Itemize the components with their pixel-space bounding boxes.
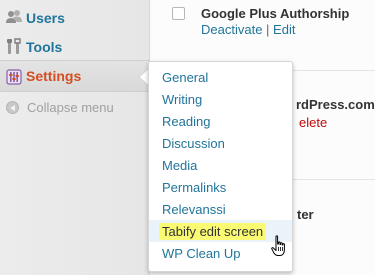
hand-pointer-cursor-icon [271,235,285,256]
action-separator: | [266,22,274,37]
sidebar-item-users[interactable]: Users [0,2,150,34]
submenu-item-writing[interactable]: Writing [149,88,292,110]
submenu-item-label: Tabify edit screen [159,222,267,240]
submenu-item-discussion[interactable]: Discussion [149,132,292,154]
deactivate-link[interactable]: Deactivate [201,22,262,37]
submenu-item-general[interactable]: General [149,66,292,88]
admin-sidebar: Users Tools Settings Collapse menu [0,0,150,275]
submenu-item-permalinks[interactable]: Permalinks [149,176,292,198]
delete-link[interactable]: elete [299,115,327,130]
sidebar-item-settings[interactable]: Settings [0,60,150,92]
edit-link[interactable]: Edit [273,22,295,37]
plugin-name: Google Plus Authorship [201,6,350,21]
submenu-item-media[interactable]: Media [149,154,292,176]
submenu-item-relevanssi[interactable]: Relevanssi [149,198,292,220]
plugin-row: Google Plus Authorship Deactivate | Edit [151,0,375,70]
users-icon [6,10,22,23]
collapse-menu-label: Collapse menu [27,99,114,115]
submenu-item-reading[interactable]: Reading [149,110,292,132]
sidebar-item-label: Settings [26,68,82,84]
sidebar-item-label: Users [26,10,65,26]
collapse-menu-button[interactable]: Collapse menu [0,92,150,122]
plugin-name: rdPress.com [296,97,375,112]
plugin-name: ter [297,207,314,222]
plugin-actions: Deactivate | Edit [201,22,295,37]
collapse-arrow-icon [6,101,19,114]
plugin-checkbox[interactable] [172,7,185,20]
tools-icon [7,38,21,54]
sidebar-item-label: Tools [26,39,63,55]
settings-icon [6,69,22,85]
sidebar-item-tools[interactable]: Tools [0,31,150,63]
